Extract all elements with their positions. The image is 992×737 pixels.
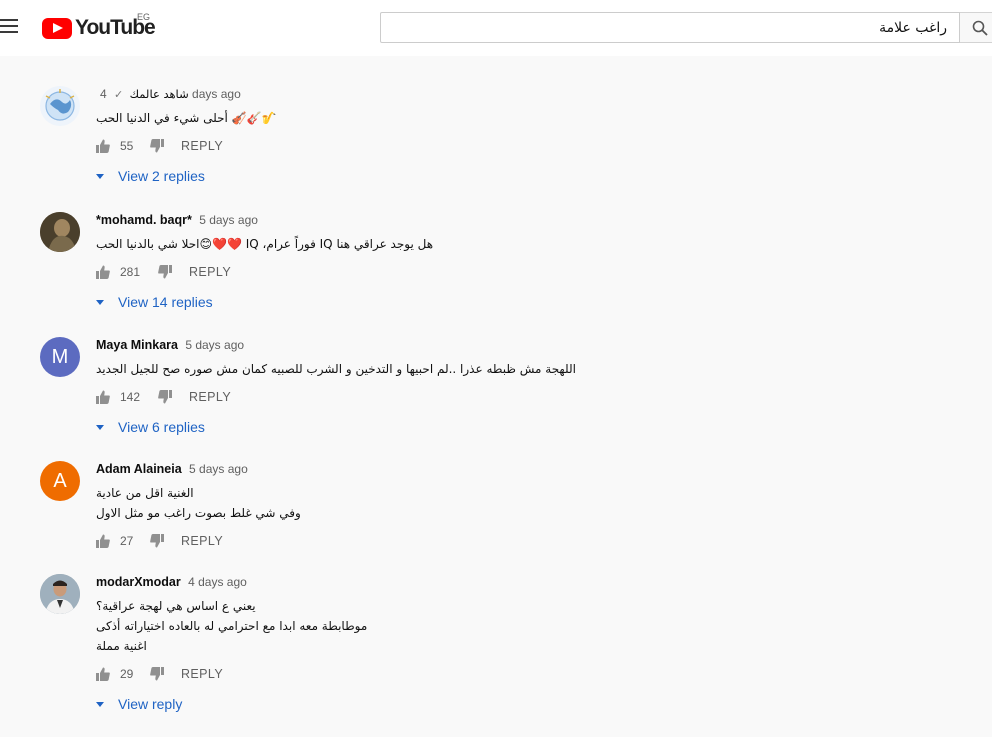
caret-down-icon [96,299,104,305]
like-icon[interactable] [96,265,110,279]
comment-time[interactable]: 5 days ago [199,213,258,227]
comment-time[interactable]: 4 days ago [188,575,247,589]
reply-button[interactable]: REPLY [189,390,231,404]
caret-down-icon [96,173,104,179]
verified-check-icon: ✓ [114,89,124,101]
view-replies-button[interactable]: View 14 replies [96,292,936,312]
caret-down-icon [96,424,104,430]
avatar-letter: A [53,469,67,492]
comment-line: اغنية مملة [96,639,147,653]
view-replies-button[interactable]: View reply [96,694,936,714]
avatar[interactable] [40,574,80,614]
comment-line: وفي شي غلط بصوت راغب مو مثل الاول [96,506,301,520]
comment-author[interactable]: *mohamd. baqr* [96,213,192,227]
like-icon[interactable] [96,390,110,404]
dislike-icon[interactable] [150,534,164,548]
avatar-letter: M [51,345,69,368]
globe-avatar-icon [45,89,75,121]
comment-line: الغنية اقل من عادية [96,486,194,500]
like-count: 142 [120,390,141,404]
dislike-icon[interactable] [150,139,164,153]
country-code: EG [137,12,151,22]
view-replies-label: View reply [118,696,183,712]
dislike-icon[interactable] [158,390,172,404]
comment-author[interactable]: Adam Alaineia [96,462,182,476]
like-count: 29 [120,667,134,681]
search-box [380,12,960,43]
comment-line: يعني ع اساس هي لهجة عراقية؟ [96,599,256,613]
view-replies-label: View 2 replies [118,168,205,184]
like-icon[interactable] [96,139,110,153]
avatar[interactable] [40,212,80,252]
photo-avatar-icon [40,212,80,252]
comment-line: موطابطة معه ابدا مع احترامي له بالعاده ا… [96,619,368,633]
caret-down-icon [96,701,104,707]
play-logo-icon [42,17,72,39]
like-count: 55 [120,139,134,153]
masthead: YouTube EG [0,0,992,56]
comment-author[interactable]: modarXmodar [96,575,181,589]
comment-text: أحلى شيء في الدنيا الحب 🎻🎸🎷 [96,108,936,128]
like-count: 281 [120,265,141,279]
comment-line: أحلى شيء في الدنيا الحب 🎻🎸🎷 [96,111,277,125]
comment-time[interactable]: 5 days ago [185,338,244,352]
hamburger-menu-icon[interactable] [0,19,18,35]
comment-text: الغنية اقل من عادية وفي شي غلط بصوت راغب… [96,483,936,523]
avatar[interactable]: A [40,461,80,501]
like-icon[interactable] [96,534,110,548]
view-replies-button[interactable]: View 6 replies [96,417,936,437]
like-count: 27 [120,534,134,548]
comment-line: احلا شي بالدنيا الحب😊❤️❤️ IQ ،فوراً عرام… [96,237,434,251]
search-button[interactable] [960,12,992,43]
search-icon [972,20,988,36]
search-input[interactable] [381,13,959,42]
view-replies-label: View 14 replies [118,294,213,310]
reply-button[interactable]: REPLY [181,667,223,681]
photo-avatar-icon [40,574,80,614]
view-replies-button[interactable]: View 2 replies [96,166,936,186]
avatar[interactable]: M [40,337,80,377]
dislike-icon[interactable] [158,265,172,279]
like-icon[interactable] [96,667,110,681]
comment-text: احلا شي بالدنيا الحب😊❤️❤️ IQ ،فوراً عرام… [96,234,936,254]
comment-author[interactable]: Maya Minkara [96,338,178,352]
reply-button[interactable]: REPLY [189,265,231,279]
view-replies-label: View 6 replies [118,419,205,435]
comment-text: اللهجة مش ظبطه عذرا ..لم احبيها و التدخي… [96,359,936,379]
dislike-icon[interactable] [150,667,164,681]
reply-button[interactable]: REPLY [181,139,223,153]
avatar[interactable] [40,86,80,126]
comment-time[interactable]: 5 days ago [189,462,248,476]
comment-text: يعني ع اساس هي لهجة عراقية؟ موطابطة معه … [96,596,936,656]
comment-author[interactable]: شاهد عالمك [130,87,189,101]
comment-line: اللهجة مش ظبطه عذرا ..لم احبيها و التدخي… [96,362,576,376]
reply-button[interactable]: REPLY [181,534,223,548]
